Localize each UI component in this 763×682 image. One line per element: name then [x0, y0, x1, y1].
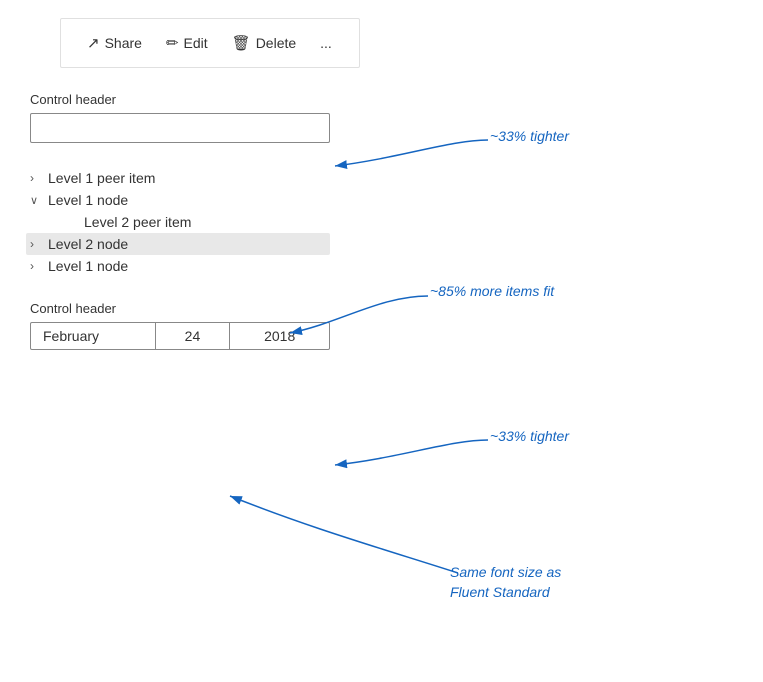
tree-item-label: Level 2 peer item	[84, 214, 191, 230]
date-day[interactable]: 24	[156, 323, 231, 349]
date-picker[interactable]: February 24 2018	[30, 322, 330, 350]
delete-icon: 🗑	[232, 34, 251, 52]
tree-item-label: Level 1 node	[48, 258, 128, 274]
chevron-right-icon: ›	[30, 237, 48, 251]
share-button[interactable]: ↗ Share	[77, 29, 152, 57]
chevron-right-icon: ›	[30, 171, 48, 185]
tree-item-highlighted[interactable]: › Level 2 node	[26, 233, 330, 255]
annotation-font-size-text: Same font size asFluent Standard	[450, 564, 561, 600]
date-year[interactable]: 2018	[230, 323, 329, 349]
share-icon: ↗	[87, 34, 100, 52]
edit-button[interactable]: ✏ Edit	[156, 29, 218, 57]
tree-section: › Level 1 peer item ∨ Level 1 node Level…	[30, 167, 763, 277]
control-input-1[interactable]	[30, 113, 330, 143]
tree-item-label: Level 1 node	[48, 192, 128, 208]
annotation-33-tighter-2: ~33% tighter	[490, 428, 569, 444]
toolbar: ↗ Share ✏ Edit 🗑 Delete ...	[60, 18, 360, 68]
control-header-label-1: Control header	[30, 92, 763, 107]
toolbar-section: ↗ Share ✏ Edit 🗑 Delete ...	[30, 18, 763, 68]
control-header-label-2: Control header	[30, 301, 763, 316]
edit-icon: ✏	[166, 34, 179, 52]
control-header-section-2: Control header February 24 2018	[30, 301, 763, 350]
tree-item-label: Level 1 peer item	[48, 170, 155, 186]
annotation-font-size: Same font size asFluent Standard	[450, 563, 561, 602]
tree-item[interactable]: ∨ Level 1 node	[30, 189, 330, 211]
date-month[interactable]: February	[31, 323, 156, 349]
more-button[interactable]: ...	[310, 30, 342, 56]
delete-button[interactable]: 🗑 Delete	[222, 29, 307, 57]
tree-list: › Level 1 peer item ∨ Level 1 node Level…	[30, 167, 330, 277]
annotation-33-tighter-1: ~33% tighter	[490, 128, 569, 144]
tree-item[interactable]: › Level 1 node	[30, 255, 330, 277]
share-label: Share	[105, 35, 142, 51]
control-header-section-1: Control header	[30, 92, 763, 143]
chevron-down-icon: ∨	[30, 194, 48, 207]
edit-label: Edit	[184, 35, 208, 51]
delete-label: Delete	[256, 35, 296, 51]
tree-item[interactable]: › Level 1 peer item	[30, 167, 330, 189]
chevron-right-icon: ›	[30, 259, 48, 273]
tree-item-label: Level 2 node	[48, 236, 128, 252]
tree-item[interactable]: Level 2 peer item	[66, 211, 330, 233]
annotation-85-items: ~85% more items fit	[430, 283, 554, 299]
more-label: ...	[320, 35, 332, 51]
